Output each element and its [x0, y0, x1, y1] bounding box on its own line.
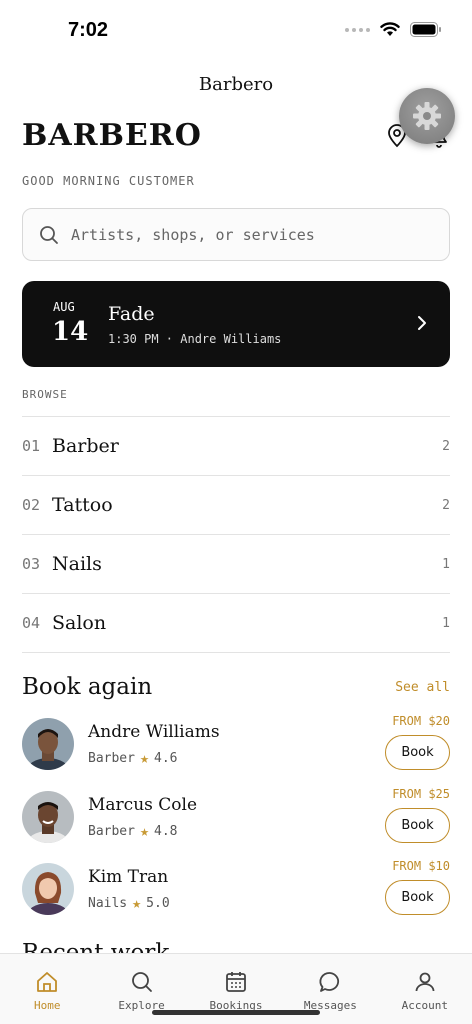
browse-item-tattoo[interactable]: 02 Tattoo 2	[22, 476, 450, 535]
home-indicator	[152, 1010, 320, 1015]
avatar	[22, 718, 74, 770]
search-icon	[131, 972, 152, 992]
browse-item-number: 01	[22, 437, 41, 455]
browse-item-barber[interactable]: 01 Barber 2	[22, 417, 450, 476]
brand-title: BARBERO	[22, 118, 202, 153]
cellular-signal-icon	[345, 27, 370, 32]
browse-item-name: Salon	[52, 612, 107, 634]
appointment-service: Fade	[108, 303, 155, 325]
artist-price: FROM $20	[392, 714, 450, 728]
status-bar: 7:02	[0, 0, 472, 62]
browse-list: 01 Barber 2 02 Tattoo 2 03 Nails 1 04 Sa…	[22, 416, 450, 653]
status-time: 7:02	[68, 19, 109, 41]
browse-section-label: BROWSE	[22, 388, 68, 401]
browse-item-count: 2	[442, 497, 450, 513]
search-input[interactable]: Artists, shops, or services	[22, 208, 450, 261]
browse-item-name: Tattoo	[52, 494, 113, 516]
appointment-meta: 1:30 PM · Andre Williams	[108, 332, 282, 346]
artist-rating: 5.0	[146, 895, 170, 911]
appointment-month: AUG	[53, 300, 75, 314]
appointment-day: 14	[52, 317, 89, 347]
artist-meta: Barber ★ 4.8	[88, 822, 177, 840]
browse-item-count: 1	[442, 615, 450, 631]
artist-name: Marcus Cole	[88, 795, 198, 815]
book-button[interactable]: Book	[385, 808, 450, 843]
browse-item-name: Nails	[52, 553, 102, 575]
browse-item-number: 02	[22, 496, 41, 514]
artist-row-kim-tran[interactable]: Kim Tran Nails ★ 5.0 FROM $10 Book	[22, 859, 450, 919]
calendar-icon	[226, 972, 246, 992]
artist-category: Barber	[88, 823, 135, 839]
chevron-right-icon	[418, 316, 426, 330]
see-all-link[interactable]: See all	[395, 680, 450, 695]
star-icon: ★	[139, 749, 149, 767]
tab-label: Account	[401, 999, 448, 1012]
browse-item-nails[interactable]: 03 Nails 1	[22, 535, 450, 594]
artist-row-marcus-cole[interactable]: Marcus Cole Barber ★ 4.8 FROM $25 Book	[22, 787, 450, 847]
artist-name: Andre Williams	[88, 722, 220, 742]
avatar	[22, 863, 74, 915]
status-icons	[345, 22, 442, 37]
tab-account[interactable]: Account	[378, 954, 472, 1024]
browse-item-name: Barber	[52, 435, 119, 457]
artist-meta: Barber ★ 4.6	[88, 749, 177, 767]
artist-category: Nails	[88, 895, 128, 911]
gear-icon	[413, 102, 441, 130]
tab-label: Home	[33, 999, 61, 1012]
browse-item-number: 03	[22, 555, 41, 573]
artist-rating: 4.8	[154, 823, 178, 839]
book-button[interactable]: Book	[385, 880, 450, 915]
browse-item-salon[interactable]: 04 Salon 1	[22, 594, 450, 653]
home-icon	[37, 972, 58, 992]
artist-row-andre-williams[interactable]: Andre Williams Barber ★ 4.6 FROM $20 Boo…	[22, 714, 450, 774]
artist-price: FROM $10	[392, 859, 450, 873]
battery-icon	[410, 22, 441, 37]
artist-name: Kim Tran	[88, 867, 169, 887]
artist-rating: 4.6	[154, 750, 178, 766]
artist-category: Barber	[88, 750, 135, 766]
star-icon: ★	[132, 894, 142, 912]
tab-home[interactable]: Home	[0, 954, 94, 1024]
browse-item-number: 04	[22, 614, 41, 632]
wifi-icon	[380, 22, 400, 36]
settings-floating-button[interactable]	[399, 88, 455, 144]
book-again-title: Book again	[22, 674, 153, 700]
search-placeholder: Artists, shops, or services	[71, 225, 315, 244]
avatar	[22, 791, 74, 843]
upcoming-appointment-card[interactable]: AUG 14 Fade 1:30 PM · Andre Williams	[22, 281, 450, 367]
star-icon: ★	[139, 822, 149, 840]
user-icon	[415, 972, 435, 992]
artist-meta: Nails ★ 5.0	[88, 894, 170, 912]
message-icon	[319, 972, 340, 992]
search-icon	[40, 225, 58, 244]
nav-title: Barbero	[198, 74, 274, 95]
artist-price: FROM $25	[392, 787, 450, 801]
book-button[interactable]: Book	[385, 735, 450, 770]
browse-item-count: 2	[442, 438, 450, 454]
browse-item-count: 1	[442, 556, 450, 572]
greeting-text: GOOD MORNING CUSTOMER	[22, 174, 195, 188]
